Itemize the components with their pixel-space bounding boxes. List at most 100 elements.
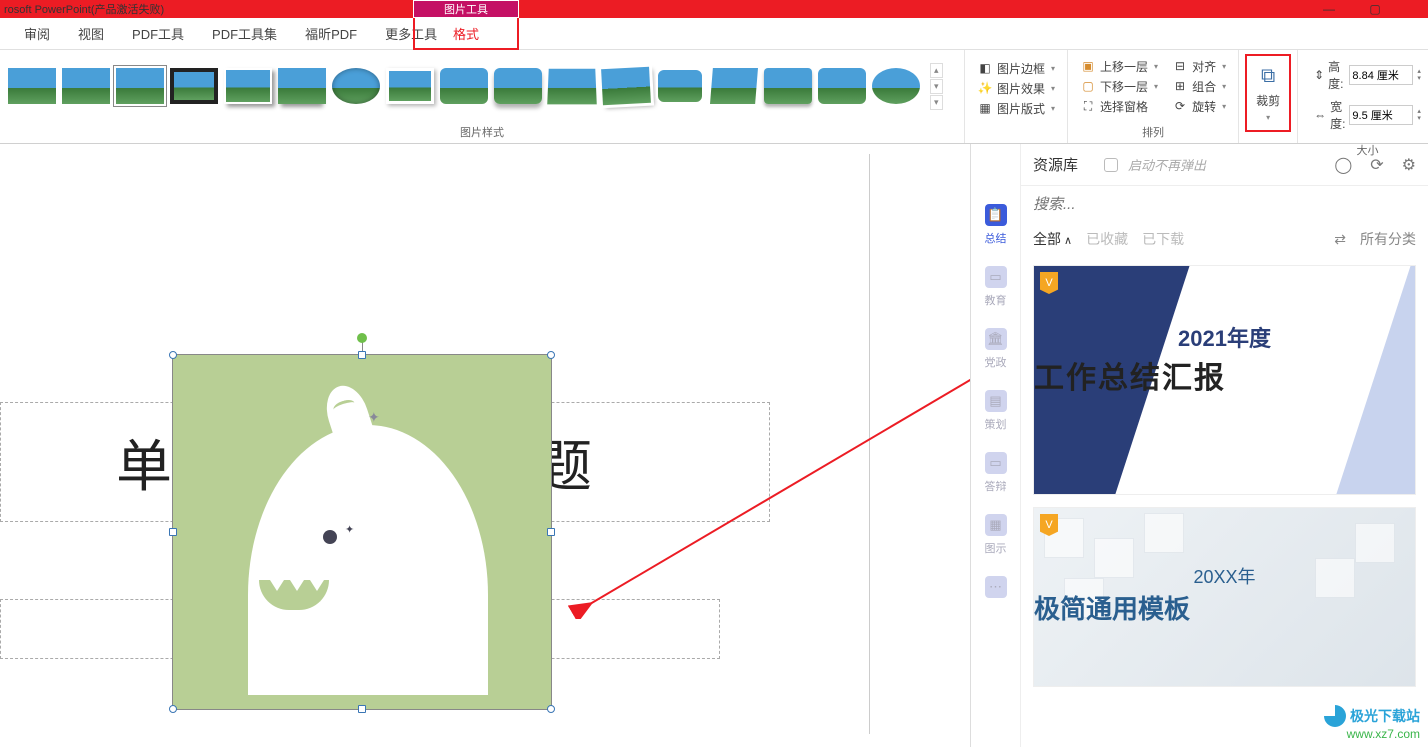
picture-style-16[interactable] — [818, 68, 866, 104]
picture-style-4[interactable] — [170, 68, 218, 104]
more-icon: ⋯ — [985, 576, 1007, 598]
group-label-styles: 图片样式 — [0, 122, 964, 143]
picture-style-17[interactable] — [872, 68, 920, 104]
picture-style-11[interactable] — [548, 68, 596, 104]
rotate-button[interactable]: ⟳旋转 — [1172, 98, 1226, 115]
shuffle-icon[interactable]: ⇄ — [1334, 231, 1346, 248]
group-icon: ⊞ — [1172, 78, 1188, 94]
width-up[interactable]: ▴ — [1417, 108, 1421, 115]
bring-forward-icon: ▣ — [1080, 58, 1096, 74]
selection-pane-icon: ⛶ — [1080, 98, 1096, 114]
picture-style-1[interactable] — [8, 68, 56, 104]
sidebar-item-defense[interactable]: ▭答辩 — [985, 452, 1007, 494]
effects-icon: ✨ — [977, 80, 993, 96]
template-card-2[interactable]: V 20XX年 极简通用模板 You can use it for year-e… — [1033, 507, 1416, 687]
picture-style-10[interactable] — [494, 68, 542, 104]
gallery-scroll-down[interactable]: ▾ — [930, 79, 943, 94]
sidebar-item-summary[interactable]: 📋总结 — [985, 204, 1007, 246]
tab-format[interactable]: 格式 — [413, 18, 519, 50]
resize-handle-ne[interactable] — [547, 351, 555, 359]
send-backward-button[interactable]: ▢下移一层 — [1080, 78, 1158, 95]
picture-layout-button[interactable]: ▦图片版式 — [977, 100, 1055, 117]
width-input[interactable] — [1349, 105, 1413, 125]
picture-styles-gallery[interactable]: ▴ ▾ ▾ — [8, 63, 943, 110]
template-card-1[interactable]: V 2021年度 工作总结汇报 可以用于工作的总结汇报/平时项目的演示 汇报人：… — [1033, 265, 1416, 495]
picture-style-7[interactable] — [332, 68, 380, 104]
close-button[interactable] — [1398, 0, 1428, 18]
picture-border-button[interactable]: ◧图片边框 — [977, 60, 1055, 77]
sidebar-item-government[interactable]: 🏛党政 — [985, 328, 1007, 370]
group-label-arrange: 排列 — [1068, 122, 1238, 143]
height-input[interactable] — [1349, 65, 1413, 85]
filter-downloaded[interactable]: 已下载 — [1142, 229, 1184, 249]
align-button[interactable]: ⊟对齐 — [1172, 58, 1226, 75]
resize-handle-nw[interactable] — [169, 351, 177, 359]
height-down[interactable]: ▾ — [1417, 75, 1421, 82]
sidebar-item-planning[interactable]: ▤策划 — [985, 390, 1007, 432]
group-button[interactable]: ⊞组合 — [1172, 78, 1226, 95]
summary-icon: 📋 — [985, 204, 1007, 226]
selected-image[interactable]: ✦ ✦ — [172, 354, 552, 710]
picture-style-3[interactable] — [116, 68, 164, 104]
slide-canvas[interactable]: 单 题 题 ✦ ✦ — [0, 144, 970, 747]
resize-handle-se[interactable] — [547, 705, 555, 713]
sidebar-item-diagram[interactable]: ▦图示 — [985, 514, 1007, 556]
rotate-handle[interactable] — [357, 333, 367, 343]
settings-icon[interactable]: ⚙ — [1402, 155, 1416, 175]
minimize-button[interactable]: — — [1306, 0, 1352, 18]
title-text-left: 单 — [116, 422, 172, 503]
filter-favorited[interactable]: 已收藏 — [1086, 229, 1128, 249]
picture-style-9[interactable] — [440, 68, 488, 104]
search-input[interactable] — [1033, 196, 1416, 213]
picture-style-12[interactable] — [602, 68, 650, 104]
resize-handle-s[interactable] — [358, 705, 366, 713]
ribbon-tabs: 审阅 视图 PDF工具 PDF工具集 福昕PDF 更多工具 格式 — [0, 18, 1428, 50]
user-icon[interactable]: ◯ — [1334, 155, 1352, 175]
resource-sidebar: 📋总结 ▭教育 🏛党政 ▤策划 ▭答辩 ▦图示 ⋯ — [971, 144, 1021, 747]
tab-pdf-toolset[interactable]: PDF工具集 — [198, 18, 291, 50]
tab-pdf-tools[interactable]: PDF工具 — [118, 18, 198, 50]
dino-body — [248, 425, 488, 695]
filter-all[interactable]: 全部 — [1033, 229, 1072, 249]
picture-style-2[interactable] — [62, 68, 110, 104]
titlebar: rosoft PowerPoint(产品激活失败) 图片工具 — ▢ — [0, 0, 1428, 18]
picture-style-6[interactable] — [278, 68, 326, 104]
send-backward-icon: ▢ — [1080, 78, 1096, 94]
gallery-expand[interactable]: ▾ — [930, 95, 943, 110]
resize-handle-e[interactable] — [547, 528, 555, 536]
resize-handle-sw[interactable] — [169, 705, 177, 713]
planning-icon: ▤ — [985, 390, 1007, 412]
picture-style-15[interactable] — [764, 68, 812, 104]
crop-button[interactable]: ⧉ 裁剪 ▾ — [1245, 54, 1291, 132]
sidebar-item-education[interactable]: ▭教育 — [985, 266, 1007, 308]
no-popup-checkbox[interactable] — [1104, 158, 1118, 172]
height-icon: ⇕ — [1314, 68, 1324, 82]
resize-handle-w[interactable] — [169, 528, 177, 536]
picture-style-8[interactable] — [386, 68, 434, 104]
picture-effects-button[interactable]: ✨图片效果 — [977, 80, 1055, 97]
picture-style-13[interactable] — [656, 68, 704, 104]
tab-foxit-pdf[interactable]: 福昕PDF — [291, 18, 371, 50]
government-icon: 🏛 — [985, 328, 1007, 350]
tab-review[interactable]: 审阅 — [10, 18, 64, 50]
selection-pane-button[interactable]: ⛶选择窗格 — [1080, 98, 1158, 115]
maximize-button[interactable]: ▢ — [1352, 0, 1398, 18]
tab-view[interactable]: 视图 — [64, 18, 118, 50]
width-down[interactable]: ▾ — [1417, 115, 1421, 122]
sidebar-item-more[interactable]: ⋯ — [985, 576, 1007, 598]
bring-forward-button[interactable]: ▣上移一层 — [1080, 58, 1158, 75]
defense-icon: ▭ — [985, 452, 1007, 474]
resource-panel: 📋总结 ▭教育 🏛党政 ▤策划 ▭答辩 ▦图示 ⋯ 资源库 启动不再弹出 ◯ ⟳… — [970, 144, 1428, 747]
filter-category[interactable]: 所有分类 — [1360, 229, 1416, 249]
height-up[interactable]: ▴ — [1417, 68, 1421, 75]
diagram-icon: ▦ — [985, 514, 1007, 536]
resize-handle-n[interactable] — [358, 351, 366, 359]
width-field[interactable]: ⇔ 宽度: ▴▾ — [1314, 98, 1421, 132]
ribbon: ▴ ▾ ▾ 图片样式 ◧图片边框 ✨图片效果 ▦图片版式 ▣上移一层 ▢下移一层… — [0, 50, 1428, 144]
gallery-scroll-up[interactable]: ▴ — [930, 63, 943, 78]
picture-style-14[interactable] — [710, 68, 758, 104]
height-field[interactable]: ⇕ 高度: ▴▾ — [1314, 58, 1421, 92]
contextual-tab-picture-tools[interactable]: 图片工具 — [413, 0, 519, 18]
picture-style-5[interactable] — [224, 68, 272, 104]
refresh-icon[interactable]: ⟳ — [1370, 155, 1383, 175]
